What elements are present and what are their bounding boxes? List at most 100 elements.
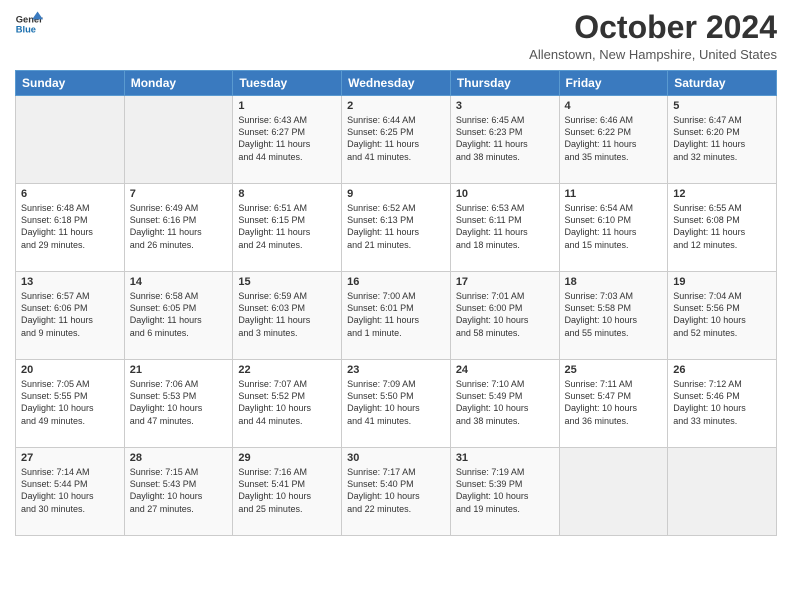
calendar-cell: 30 Sunrise: 7:17 AM Sunset: 5:40 PM Dayli…: [342, 448, 451, 536]
title-block: October 2024 Allenstown, New Hampshire, …: [529, 10, 777, 62]
calendar-cell: [124, 96, 233, 184]
calendar-cell: 4Sunrise: 6:46 AM Sunset: 6:22 PM Daylig…: [559, 96, 668, 184]
calendar-cell: 25 Sunrise: 7:11 AM Sunset: 5:47 PM Dayli…: [559, 360, 668, 448]
day-info: Sunrise: 7:17 AM Sunset: 5:40 PM Dayligh…: [347, 466, 445, 515]
calendar-week-1: 1Sunrise: 6:43 AM Sunset: 6:27 PM Daylig…: [16, 96, 777, 184]
day-number: 10: [456, 188, 554, 200]
calendar-header-row: SundayMondayTuesdayWednesdayThursdayFrid…: [16, 71, 777, 96]
day-number: 5: [673, 100, 771, 112]
day-info: Sunrise: 7:11 AM Sunset: 5:47 PM Dayligh…: [565, 378, 663, 427]
day-info: Sunrise: 6:53 AM Sunset: 6:11 PM Dayligh…: [456, 202, 554, 251]
calendar-week-2: 6Sunrise: 6:48 AM Sunset: 6:18 PM Daylig…: [16, 184, 777, 272]
logo: General Blue: [15, 10, 43, 38]
day-number: 7: [130, 188, 228, 200]
day-info: Sunrise: 6:54 AM Sunset: 6:10 PM Dayligh…: [565, 202, 663, 251]
day-info: Sunrise: 6:45 AM Sunset: 6:23 PM Dayligh…: [456, 114, 554, 163]
day-info: Sunrise: 7:19 AM Sunset: 5:39 PM Dayligh…: [456, 466, 554, 515]
calendar-cell: 5 Sunrise: 6:47 AM Sunset: 6:20 PM Daylig…: [668, 96, 777, 184]
day-number: 28: [130, 452, 228, 464]
calendar-cell: [668, 448, 777, 536]
day-number: 25: [565, 364, 663, 376]
calendar-header-wednesday: Wednesday: [342, 71, 451, 96]
calendar-cell: 6Sunrise: 6:48 AM Sunset: 6:18 PM Daylig…: [16, 184, 125, 272]
day-info: Sunrise: 6:46 AM Sunset: 6:22 PM Dayligh…: [565, 114, 663, 163]
calendar-cell: 14Sunrise: 6:58 AM Sunset: 6:05 PM Dayli…: [124, 272, 233, 360]
day-info: Sunrise: 6:51 AM Sunset: 6:15 PM Dayligh…: [238, 202, 336, 251]
day-number: 30: [347, 452, 445, 464]
day-info: Sunrise: 7:01 AM Sunset: 6:00 PM Dayligh…: [456, 290, 554, 339]
calendar-cell: 23 Sunrise: 7:09 AM Sunset: 5:50 PM Dayli…: [342, 360, 451, 448]
calendar-cell: 17 Sunrise: 7:01 AM Sunset: 6:00 PM Dayli…: [450, 272, 559, 360]
calendar-header-saturday: Saturday: [668, 71, 777, 96]
calendar-week-3: 13 Sunrise: 6:57 AM Sunset: 6:06 PM Dayli…: [16, 272, 777, 360]
day-info: Sunrise: 7:07 AM Sunset: 5:52 PM Dayligh…: [238, 378, 336, 427]
calendar-cell: 26 Sunrise: 7:12 AM Sunset: 5:46 PM Dayli…: [668, 360, 777, 448]
day-number: 6: [21, 188, 119, 200]
calendar-cell: 18Sunrise: 7:03 AM Sunset: 5:58 PM Dayli…: [559, 272, 668, 360]
calendar-cell: 13 Sunrise: 6:57 AM Sunset: 6:06 PM Dayli…: [16, 272, 125, 360]
day-info: Sunrise: 7:16 AM Sunset: 5:41 PM Dayligh…: [238, 466, 336, 515]
month-title: October 2024: [529, 10, 777, 45]
calendar-week-4: 20 Sunrise: 7:05 AM Sunset: 5:55 PM Dayli…: [16, 360, 777, 448]
calendar-cell: 9 Sunrise: 6:52 AM Sunset: 6:13 PM Daylig…: [342, 184, 451, 272]
calendar-cell: 29 Sunrise: 7:16 AM Sunset: 5:41 PM Dayli…: [233, 448, 342, 536]
day-info: Sunrise: 7:05 AM Sunset: 5:55 PM Dayligh…: [21, 378, 119, 427]
day-number: 26: [673, 364, 771, 376]
day-number: 11: [565, 188, 663, 200]
day-number: 29: [238, 452, 336, 464]
calendar-week-5: 27 Sunrise: 7:14 AM Sunset: 5:44 PM Dayli…: [16, 448, 777, 536]
calendar-cell: 12 Sunrise: 6:55 AM Sunset: 6:08 PM Dayli…: [668, 184, 777, 272]
calendar-cell: 20 Sunrise: 7:05 AM Sunset: 5:55 PM Dayli…: [16, 360, 125, 448]
calendar-cell: 24Sunrise: 7:10 AM Sunset: 5:49 PM Dayli…: [450, 360, 559, 448]
day-info: Sunrise: 7:12 AM Sunset: 5:46 PM Dayligh…: [673, 378, 771, 427]
logo-icon: General Blue: [15, 10, 43, 38]
calendar-cell: 7 Sunrise: 6:49 AM Sunset: 6:16 PM Daylig…: [124, 184, 233, 272]
day-number: 17: [456, 276, 554, 288]
calendar-cell: 11 Sunrise: 6:54 AM Sunset: 6:10 PM Dayli…: [559, 184, 668, 272]
calendar-cell: 28 Sunrise: 7:15 AM Sunset: 5:43 PM Dayli…: [124, 448, 233, 536]
day-info: Sunrise: 7:14 AM Sunset: 5:44 PM Dayligh…: [21, 466, 119, 515]
day-info: Sunrise: 6:58 AM Sunset: 6:05 PM Dayligh…: [130, 290, 228, 339]
day-info: Sunrise: 6:49 AM Sunset: 6:16 PM Dayligh…: [130, 202, 228, 251]
calendar-cell: 21 Sunrise: 7:06 AM Sunset: 5:53 PM Dayli…: [124, 360, 233, 448]
day-info: Sunrise: 6:52 AM Sunset: 6:13 PM Dayligh…: [347, 202, 445, 251]
calendar-header-thursday: Thursday: [450, 71, 559, 96]
day-info: Sunrise: 6:55 AM Sunset: 6:08 PM Dayligh…: [673, 202, 771, 251]
day-number: 18: [565, 276, 663, 288]
day-number: 20: [21, 364, 119, 376]
day-number: 3: [456, 100, 554, 112]
day-number: 13: [21, 276, 119, 288]
day-info: Sunrise: 6:57 AM Sunset: 6:06 PM Dayligh…: [21, 290, 119, 339]
day-info: Sunrise: 6:59 AM Sunset: 6:03 PM Dayligh…: [238, 290, 336, 339]
calendar-header-sunday: Sunday: [16, 71, 125, 96]
location: Allenstown, New Hampshire, United States: [529, 47, 777, 62]
day-number: 12: [673, 188, 771, 200]
calendar-header-monday: Monday: [124, 71, 233, 96]
calendar-cell: 19 Sunrise: 7:04 AM Sunset: 5:56 PM Dayli…: [668, 272, 777, 360]
calendar: SundayMondayTuesdayWednesdayThursdayFrid…: [15, 70, 777, 536]
day-number: 23: [347, 364, 445, 376]
calendar-cell: [16, 96, 125, 184]
day-number: 9: [347, 188, 445, 200]
calendar-cell: 16Sunrise: 7:00 AM Sunset: 6:01 PM Dayli…: [342, 272, 451, 360]
calendar-cell: 3 Sunrise: 6:45 AM Sunset: 6:23 PM Daylig…: [450, 96, 559, 184]
calendar-cell: 1Sunrise: 6:43 AM Sunset: 6:27 PM Daylig…: [233, 96, 342, 184]
calendar-cell: 27 Sunrise: 7:14 AM Sunset: 5:44 PM Dayli…: [16, 448, 125, 536]
day-info: Sunrise: 6:47 AM Sunset: 6:20 PM Dayligh…: [673, 114, 771, 163]
day-number: 27: [21, 452, 119, 464]
day-number: 19: [673, 276, 771, 288]
calendar-cell: 2Sunrise: 6:44 AM Sunset: 6:25 PM Daylig…: [342, 96, 451, 184]
header: General Blue October 2024 Allenstown, Ne…: [15, 10, 777, 62]
day-number: 15: [238, 276, 336, 288]
calendar-cell: 10 Sunrise: 6:53 AM Sunset: 6:11 PM Dayli…: [450, 184, 559, 272]
day-info: Sunrise: 7:06 AM Sunset: 5:53 PM Dayligh…: [130, 378, 228, 427]
day-number: 2: [347, 100, 445, 112]
day-info: Sunrise: 7:04 AM Sunset: 5:56 PM Dayligh…: [673, 290, 771, 339]
day-info: Sunrise: 7:15 AM Sunset: 5:43 PM Dayligh…: [130, 466, 228, 515]
svg-text:Blue: Blue: [16, 25, 36, 35]
day-info: Sunrise: 7:09 AM Sunset: 5:50 PM Dayligh…: [347, 378, 445, 427]
day-info: Sunrise: 7:00 AM Sunset: 6:01 PM Dayligh…: [347, 290, 445, 339]
day-number: 24: [456, 364, 554, 376]
calendar-cell: 31Sunrise: 7:19 AM Sunset: 5:39 PM Dayli…: [450, 448, 559, 536]
day-number: 21: [130, 364, 228, 376]
